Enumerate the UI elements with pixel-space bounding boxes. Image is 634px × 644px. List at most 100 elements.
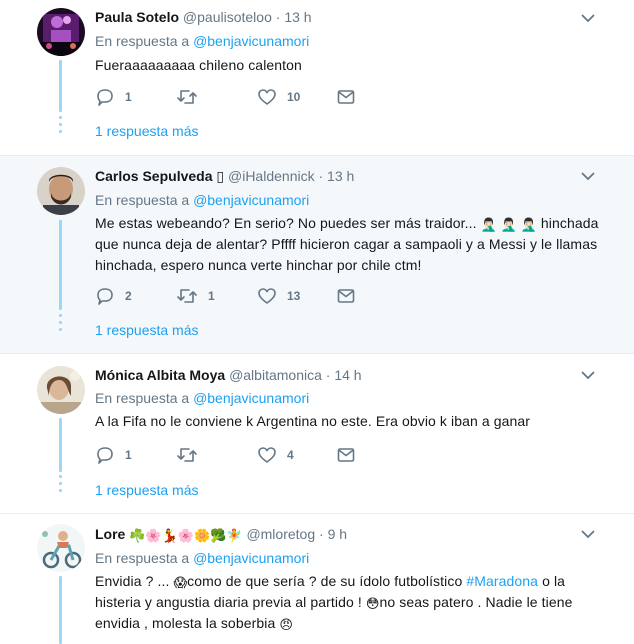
scooter-avatar-icon: [37, 524, 85, 572]
thread-line: [59, 60, 62, 112]
envelope-icon: [337, 90, 355, 104]
text-line: envidia , molesta la soberbia: [95, 615, 276, 631]
tweet-header: Mónica Albita Moya @albitamonica · 14 h: [95, 366, 362, 384]
heart-icon: [258, 288, 276, 304]
reply-icon: [97, 288, 113, 305]
text-line: histeria y angustia diaria previa al par…: [95, 594, 362, 610]
reply-context: En respuesta a @benjavicunamori: [95, 549, 309, 567]
envelope-icon: [337, 289, 355, 303]
tweet-paula-sotelo[interactable]: Paula Sotelo @paulisoteloo · 13 h En res…: [0, 0, 634, 156]
tweet-header: Paula Sotelo @paulisoteloo · 13 h: [95, 8, 312, 26]
thread-line: [59, 418, 62, 472]
facepalm-emoji: 🤦🏻‍♂️ 🤦🏻‍♂️ 🤦🏻‍♂️: [480, 217, 537, 232]
name-badge-icon: ▯: [216, 168, 225, 184]
tweet-carlos-sepulveda[interactable]: Carlos Sepulveda ▯ @iHaldennick · 13 h E…: [0, 156, 634, 354]
reply-button[interactable]: 1: [95, 445, 132, 465]
retweet-icon: [177, 448, 197, 462]
retweet-button[interactable]: 1: [176, 286, 215, 306]
tweet-lore[interactable]: Lore ☘️🌸💃🌸🌼🥦🧚 @mloretog · 9 h En respues…: [0, 514, 634, 644]
avatar[interactable]: [37, 8, 85, 56]
reply-prefix: En respuesta a: [95, 33, 190, 49]
tweet-header: Lore ☘️🌸💃🌸🌼🥦🧚 @mloretog · 9 h: [95, 525, 347, 543]
thread-dots: [59, 475, 62, 496]
man-avatar-icon: [37, 167, 85, 215]
reply-context: En respuesta a @benjavicunamori: [95, 32, 309, 50]
reply-context: En respuesta a @benjavicunamori: [95, 389, 309, 407]
reply-count: 1: [125, 90, 132, 104]
tweet-monica-albita-moya[interactable]: Mónica Albita Moya @albitamonica · 14 h …: [0, 354, 634, 514]
text-line: hinchada: [540, 215, 599, 231]
user-handle[interactable]: @iHaldennick: [228, 168, 315, 184]
separator-dot: ·: [319, 526, 324, 542]
reply-count: 1: [125, 448, 132, 462]
user-name[interactable]: Lore: [95, 526, 125, 542]
text-line: o la: [542, 573, 566, 589]
avatar[interactable]: [37, 366, 85, 414]
tweet-text: Me estas webeando? En serio? No puedes s…: [95, 213, 615, 276]
message-button[interactable]: [337, 87, 355, 107]
text-line: Envidia ? ...: [95, 573, 170, 589]
retweet-button[interactable]: [176, 87, 208, 107]
name-emoji-decoration: ☘️🌸💃🌸🌼🥦🧚: [129, 528, 243, 543]
heart-icon: [258, 89, 276, 105]
like-button[interactable]: 13: [257, 286, 300, 306]
avatar[interactable]: [37, 167, 85, 215]
like-count: 10: [287, 90, 301, 104]
text-line: que nunca deja de alentar? Pffff hiciero…: [95, 236, 598, 252]
retweet-icon: [177, 289, 197, 303]
more-replies-link[interactable]: 1 respuesta más: [95, 122, 199, 140]
chevron-down-icon[interactable]: [580, 367, 596, 383]
like-button[interactable]: 10: [257, 87, 300, 107]
retweet-count: 1: [208, 289, 215, 303]
tweet-text: A la Fifa no le conviene k Argentina no …: [95, 413, 531, 429]
user-handle[interactable]: @paulisoteloo: [183, 9, 272, 25]
reply-mention-link[interactable]: @benjavicunamori: [193, 550, 309, 566]
chevron-down-icon[interactable]: [580, 526, 596, 542]
angry-emoji: 😠: [279, 617, 293, 632]
separator-dot: ·: [325, 367, 331, 383]
message-button[interactable]: [337, 445, 355, 465]
message-button[interactable]: [337, 286, 355, 306]
reply-button[interactable]: 2: [95, 286, 132, 306]
user-handle[interactable]: @albitamonica: [229, 367, 322, 383]
user-name[interactable]: Paula Sotelo: [95, 9, 179, 25]
reply-prefix: En respuesta a: [95, 192, 190, 208]
hashtag-link[interactable]: #Maradona: [466, 573, 538, 589]
text-line: no seas patero . Nadie le tiene: [379, 594, 573, 610]
envelope-icon: [337, 448, 355, 462]
retweet-button[interactable]: [176, 445, 208, 465]
text-line: Me estas webeando? En serio? No puedes s…: [95, 215, 477, 231]
user-name[interactable]: Carlos Sepulveda: [95, 168, 213, 184]
tweet-text: Fueraaaaaaaaa chileno calenton: [95, 57, 302, 73]
concert-avatar-icon: [37, 8, 85, 56]
tweet-time[interactable]: 9 h: [328, 526, 347, 542]
separator-dot: ·: [318, 168, 324, 184]
reply-button[interactable]: 1: [95, 87, 132, 107]
separator-dot: ·: [275, 9, 281, 25]
like-count: 4: [287, 448, 294, 462]
chevron-down-icon[interactable]: [580, 10, 596, 26]
thread-dots: [59, 116, 62, 137]
more-replies-link[interactable]: 1 respuesta más: [95, 481, 199, 499]
user-name[interactable]: Mónica Albita Moya: [95, 367, 225, 383]
chevron-down-icon[interactable]: [580, 168, 596, 184]
tweet-time[interactable]: 13 h: [284, 9, 311, 25]
reply-mention-link[interactable]: @benjavicunamori: [193, 33, 309, 49]
tweet-text: Envidia ? ... 😱como de que sería ? de su…: [95, 571, 615, 634]
scream-emoji: 😱: [173, 575, 188, 590]
like-button[interactable]: 4: [257, 445, 294, 465]
heart-icon: [258, 447, 276, 463]
user-handle[interactable]: @mloretog: [246, 526, 315, 542]
thread-line: [59, 576, 62, 644]
tweet-time[interactable]: 13 h: [327, 168, 354, 184]
reply-mention-link[interactable]: @benjavicunamori: [193, 192, 309, 208]
avatar[interactable]: [37, 524, 85, 572]
tweet-time[interactable]: 14 h: [334, 367, 361, 383]
more-replies-link[interactable]: 1 respuesta más: [95, 321, 199, 339]
flushed-emoji: 😳: [365, 596, 380, 611]
tweet-header: Carlos Sepulveda ▯ @iHaldennick · 13 h: [95, 167, 354, 185]
reply-mention-link[interactable]: @benjavicunamori: [193, 390, 309, 406]
reply-count: 2: [125, 289, 132, 303]
thread-dots: [59, 314, 62, 335]
reply-prefix: En respuesta a: [95, 390, 190, 406]
